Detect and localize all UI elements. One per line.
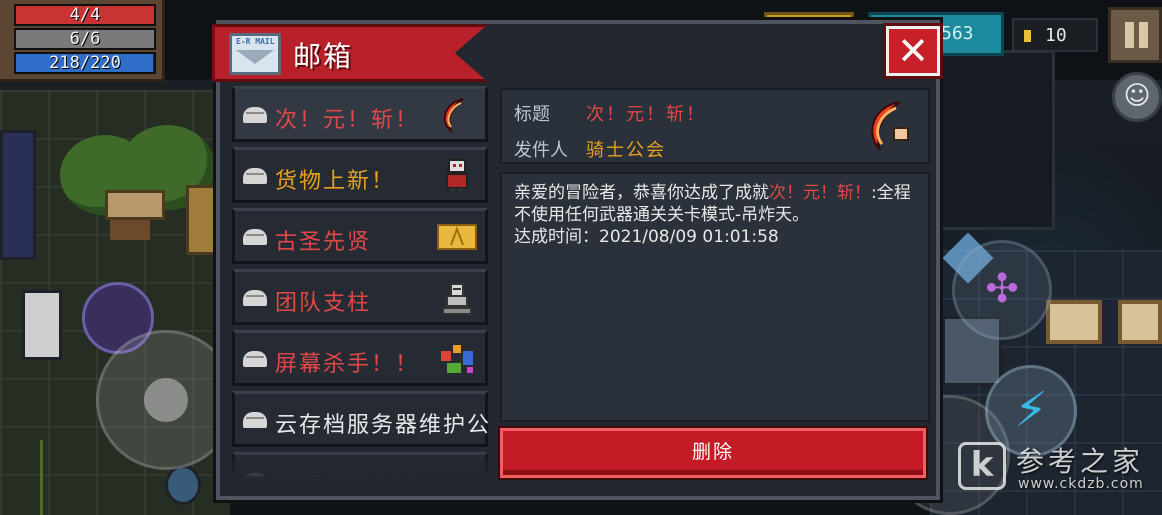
achieved-time: 达成时间：2021/08/09 01:01:58 xyxy=(514,227,779,247)
mail-item[interactable]: 团队支柱 xyxy=(232,269,488,325)
hp-bar: 4/4 xyxy=(14,4,156,26)
mail-item[interactable]: 货物上新！ xyxy=(232,147,488,203)
wall-painting xyxy=(1118,300,1162,344)
mailbox-header: E-R MAIL 邮箱 xyxy=(212,24,488,82)
armor-value: 6/6 xyxy=(69,29,101,49)
joystick-knob[interactable] xyxy=(144,378,188,422)
robot-statue xyxy=(22,290,62,360)
pause-button[interactable] xyxy=(1108,7,1162,63)
envelope-icon xyxy=(243,351,267,367)
mail-item[interactable]: 古圣先贤 xyxy=(232,208,488,264)
energy-value: 218/220 xyxy=(49,53,121,73)
emote-button[interactable]: ☺ xyxy=(1112,72,1162,122)
wooden-sign xyxy=(105,190,165,220)
crescent-blade-icon xyxy=(437,97,477,135)
watermark: k 参考之家 www.ckdzb.com xyxy=(958,440,1158,500)
chaos-icon xyxy=(437,341,477,377)
pause-icon xyxy=(1125,22,1134,48)
room-wall-right xyxy=(940,50,1055,230)
coin-counter: 10 xyxy=(1012,18,1098,52)
title-label: 标题 xyxy=(514,104,550,125)
envelope-icon xyxy=(243,107,267,123)
watermark-url: www.ckdzb.com xyxy=(1018,476,1144,492)
sender-label: 发件人 xyxy=(514,140,568,161)
energy-bar: 218/220 xyxy=(14,52,156,74)
list-scroll-fade xyxy=(232,448,492,478)
gem-count: 563 xyxy=(941,23,974,44)
mail-subject: 古圣先贤 xyxy=(275,230,372,255)
coin-icon xyxy=(1024,30,1031,42)
mail-item[interactable]: 次！元！斩！ xyxy=(232,86,488,142)
envelope-icon xyxy=(243,229,267,245)
mail-subject: 次！元！斩！ xyxy=(275,108,420,133)
crescent-blade-icon xyxy=(871,101,909,151)
mail-item[interactable]: 屏幕杀手！！ xyxy=(232,330,488,386)
merchant-icon xyxy=(437,158,477,194)
mailbox-dialog: E-R MAIL 邮箱 ✕ 次！元！斩！ 货物上新！ 古圣先贤团队支柱屏幕杀手！！ 云… xyxy=(212,20,940,500)
sender-value: 骑士公会 xyxy=(586,140,666,161)
mail-subject: 云存档服务器维护公 xyxy=(275,413,492,438)
close-button[interactable]: ✕ xyxy=(886,26,940,76)
title-value: 次！元！斩！ xyxy=(586,104,706,125)
mail-icon: E-R MAIL xyxy=(229,33,281,75)
mail-body-text: 亲爱的冒险者，恭喜你达成了成就 xyxy=(514,183,769,203)
mail-subject: 屏幕杀手！！ xyxy=(275,352,420,377)
mail-icon-label: E-R MAIL xyxy=(236,37,275,46)
mail-item[interactable]: 云存档服务器维护公 xyxy=(232,391,492,447)
hp-value: 4/4 xyxy=(69,5,101,25)
knight-statue-icon xyxy=(437,280,477,316)
wall-painting xyxy=(1046,300,1102,344)
mail-subject: 货物上新！ xyxy=(275,169,396,194)
mailbox-title: 邮箱 xyxy=(293,40,354,73)
barrel xyxy=(165,465,201,505)
golden-scroll-icon xyxy=(437,219,477,255)
pause-icon xyxy=(1139,22,1148,48)
coin-count: 10 xyxy=(1045,25,1067,46)
envelope-icon xyxy=(243,168,267,184)
envelope-icon xyxy=(243,290,267,306)
delete-button[interactable]: 删除 xyxy=(500,428,926,478)
watermark-logo: k xyxy=(958,442,1006,490)
envelope-icon xyxy=(243,412,267,428)
mail-subject: 团队支柱 xyxy=(275,291,372,316)
movement-joystick[interactable] xyxy=(96,330,236,470)
vending-machine xyxy=(0,130,36,260)
watermark-name: 参考之家 xyxy=(1016,445,1145,478)
mail-list[interactable]: 次！元！斩！货物上新！古圣先贤团队支柱屏幕杀手！！云存档服务器维护公博远的赞会诚 xyxy=(232,86,492,478)
weapon-switch-button[interactable]: ✣ xyxy=(952,240,1052,340)
armor-bar: 6/6 xyxy=(14,28,156,50)
achievement-name: 次！元！斩！ xyxy=(769,183,871,203)
plant-stem xyxy=(40,440,43,515)
mail-detail-header: 标题 次！元！斩！ 发件人 骑士公会 xyxy=(500,88,930,164)
player-stats-panel: 4/4 6/6 218/220 xyxy=(0,0,165,82)
mail-body: 亲爱的冒险者，恭喜你达成了成就次！元！斩！:全程不使用任何武器通关关卡模式-吊炸… xyxy=(500,172,930,422)
